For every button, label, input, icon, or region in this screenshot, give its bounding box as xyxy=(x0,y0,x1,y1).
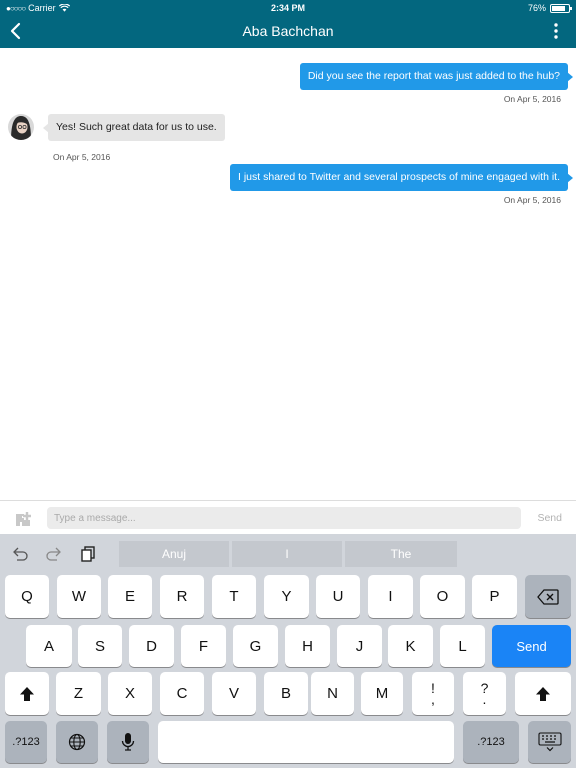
space-key[interactable] xyxy=(158,721,454,763)
globe-icon xyxy=(68,733,86,751)
microphone-icon xyxy=(121,733,135,751)
header-bar: ●○○○○ Carrier 2:34 PM 76% Aba Bachchan xyxy=(0,0,576,48)
globe-key[interactable] xyxy=(56,721,98,763)
send-button[interactable]: Send xyxy=(537,512,562,524)
key-secondary: , xyxy=(431,690,435,707)
key-m[interactable]: M xyxy=(361,672,403,715)
key-u[interactable]: U xyxy=(316,575,360,618)
key-question-period[interactable]: ? . xyxy=(463,672,506,715)
key-d[interactable]: D xyxy=(129,625,174,667)
message-bubble[interactable]: I just shared to Twitter and several pro… xyxy=(230,164,573,191)
more-options-button[interactable] xyxy=(552,22,560,40)
key-q[interactable]: Q xyxy=(5,575,49,618)
dictation-key[interactable] xyxy=(107,721,149,763)
suggestion-2[interactable]: I xyxy=(232,541,342,567)
shift-icon xyxy=(536,686,550,701)
key-a[interactable]: A xyxy=(26,625,72,667)
shift-key-left[interactable] xyxy=(5,672,49,715)
redo-button[interactable] xyxy=(44,544,64,564)
key-c[interactable]: C xyxy=(160,672,204,715)
key-t[interactable]: T xyxy=(212,575,256,618)
keyboard-hide-icon xyxy=(537,732,562,752)
backspace-icon xyxy=(537,588,559,605)
message-bubble[interactable]: Yes! Such great data for us to use. xyxy=(43,114,225,141)
message-outgoing: I just shared to Twitter and several pro… xyxy=(230,164,573,205)
keyboard-send-key[interactable]: Send xyxy=(492,625,571,667)
on-screen-keyboard: Anuj I The Q W E R T Y U I O P A S D F G… xyxy=(0,534,576,768)
key-j[interactable]: J xyxy=(337,625,382,667)
key-h[interactable]: H xyxy=(285,625,330,667)
shift-icon xyxy=(20,686,34,701)
conversation-title: Aba Bachchan xyxy=(242,23,334,39)
message-timestamp: On Apr 5, 2016 xyxy=(53,152,111,162)
avatar-image xyxy=(8,114,34,140)
status-bar: ●○○○○ Carrier 2:34 PM 76% xyxy=(0,0,576,16)
undo-icon xyxy=(13,547,28,561)
clipboard-icon xyxy=(81,546,95,562)
shift-key-right[interactable] xyxy=(515,672,571,715)
message-timestamp: On Apr 5, 2016 xyxy=(503,195,561,205)
battery-percent: 76% xyxy=(527,3,546,13)
message-bubble[interactable]: Did you see the report that was just add… xyxy=(299,63,574,90)
key-v[interactable]: V xyxy=(212,672,256,715)
numbers-key-left[interactable]: .?123 xyxy=(5,721,47,763)
key-s[interactable]: S xyxy=(78,625,122,667)
key-secondary: . xyxy=(482,690,487,707)
key-z[interactable]: Z xyxy=(56,672,101,715)
backspace-key[interactable] xyxy=(525,575,571,618)
clock: 2:34 PM xyxy=(270,3,305,13)
message-list[interactable]: Did you see the report that was just add… xyxy=(0,48,576,500)
suggestion-3[interactable]: The xyxy=(345,541,457,567)
key-b[interactable]: B xyxy=(264,672,308,715)
key-p[interactable]: P xyxy=(472,575,517,618)
key-f[interactable]: F xyxy=(181,625,226,667)
message-composer: Send xyxy=(0,500,576,534)
dismiss-keyboard-key[interactable] xyxy=(528,721,571,763)
key-n[interactable]: N xyxy=(311,672,354,715)
undo-button[interactable] xyxy=(10,544,30,564)
more-vertical-icon xyxy=(554,23,558,39)
key-y[interactable]: Y xyxy=(264,575,309,618)
message-incoming: Yes! Such great data for us to use. On A… xyxy=(8,114,308,164)
key-x[interactable]: X xyxy=(108,672,152,715)
key-g[interactable]: G xyxy=(233,625,278,667)
paste-button[interactable] xyxy=(78,544,98,564)
battery-icon xyxy=(550,3,572,13)
key-e[interactable]: E xyxy=(108,575,152,618)
redo-icon xyxy=(46,547,61,561)
attach-button[interactable] xyxy=(14,510,32,528)
message-outgoing: Did you see the report that was just add… xyxy=(299,63,574,104)
numbers-key-right[interactable]: .?123 xyxy=(463,721,519,763)
shortcut-bar: Anuj I The xyxy=(0,534,576,572)
message-input[interactable] xyxy=(47,507,521,529)
key-exclaim-comma[interactable]: ! , xyxy=(412,672,454,715)
key-o[interactable]: O xyxy=(420,575,465,618)
key-w[interactable]: W xyxy=(57,575,101,618)
key-k[interactable]: K xyxy=(388,625,433,667)
avatar[interactable] xyxy=(8,114,34,140)
key-i[interactable]: I xyxy=(368,575,413,618)
key-r[interactable]: R xyxy=(160,575,204,618)
key-l[interactable]: L xyxy=(440,625,485,667)
suggestion-1[interactable]: Anuj xyxy=(119,541,229,567)
message-timestamp: On Apr 5, 2016 xyxy=(503,94,561,104)
add-attachment-icon xyxy=(16,512,31,526)
